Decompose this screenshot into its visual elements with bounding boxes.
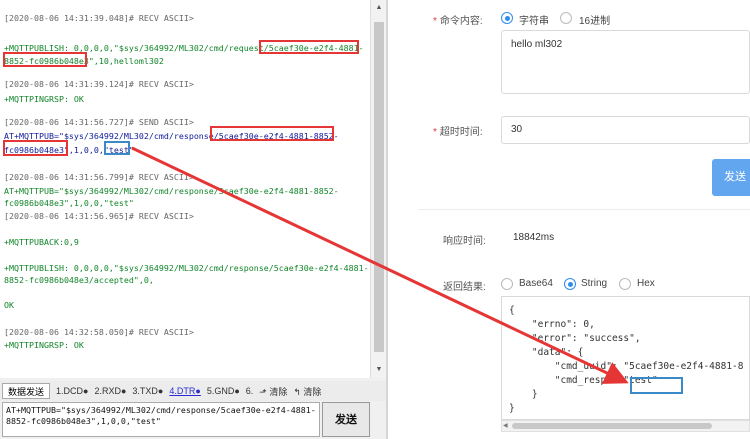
scroll-down-icon[interactable]: ▼: [371, 362, 387, 378]
terminal-line: [2020-08-06 14:31:39.124]# RECV ASCII>: [4, 79, 194, 89]
terminal-line: AT+MQTTPUB="$sys/364992/ML302/cmd/respon…: [4, 186, 339, 196]
command-form-panel: * 命令内容: 字符串 16进制 hello ml302 * 超时时间: 30 发送…: [388, 0, 750, 439]
clear-send-label: 清除: [269, 386, 288, 397]
pin-6[interactable]: 6.: [246, 386, 254, 396]
radio-result-string[interactable]: [564, 278, 576, 290]
send-input[interactable]: AT+MQTTPUB="$sys/364992/ML302/cmd/respon…: [2, 402, 320, 437]
terminal-line: [2020-08-06 14:31:39.048]# RECV ASCII>: [4, 13, 194, 23]
result-hscrollbar[interactable]: ◀: [501, 420, 750, 432]
clear-recv-label: 清除: [303, 386, 322, 397]
scroll-up-icon[interactable]: ▲: [371, 0, 387, 16]
pin-dcd[interactable]: 1.DCD●: [56, 386, 88, 396]
required-mark: *: [433, 127, 437, 138]
radio-base64[interactable]: [501, 278, 513, 290]
terminal-line: +MQTTPUBLISH: 0,0,0,0,"$sys/364992/ML302…: [4, 263, 369, 273]
clear-send-button[interactable]: ⬏ 清除: [259, 385, 287, 398]
response-time-label: 响应时间:: [443, 236, 486, 247]
command-label: * 命令内容:: [433, 16, 483, 27]
result-output[interactable]: { "errno": 0, "error": "success", "data"…: [501, 296, 750, 420]
terminal-line: [2020-08-06 14:32:58.050]# RECV ASCII>: [4, 327, 194, 337]
terminal-line: [2020-08-06 14:31:56.799]# RECV ASCII>: [4, 172, 194, 182]
serial-terminal-panel: [2020-08-06 14:31:39.048]# RECV ASCII> +M…: [0, 0, 386, 439]
response-time-value: 18842ms: [513, 232, 555, 243]
tab-data-send[interactable]: 数据发送: [2, 383, 51, 399]
radio-hex-label: 16进制: [579, 16, 611, 27]
radio-result-hex-label: Hex: [637, 278, 655, 289]
scroll-left-icon[interactable]: ◀: [503, 421, 508, 431]
terminal-line: +MQTTPUBACK:0,9: [4, 237, 79, 247]
uuid-highlight-4: [3, 140, 68, 156]
test-highlight: [104, 141, 130, 155]
radio-string-label: 字符串: [519, 16, 549, 27]
radio-result-hex[interactable]: [619, 278, 631, 290]
uuid-highlight-1: [259, 40, 359, 54]
hscroll-thumb[interactable]: [512, 423, 712, 429]
clear-icon: ↰: [293, 386, 301, 397]
radio-base64-label: Base64: [519, 278, 553, 289]
pin-txd[interactable]: 3.TXD●: [132, 386, 163, 396]
result-test-highlight: [630, 377, 683, 394]
uuid-highlight-3: [210, 126, 334, 141]
result-json: { "errno": 0, "error": "success", "data"…: [509, 305, 744, 414]
terminal-line: 8852-fc0986b048e3/accepted",0,: [4, 275, 154, 285]
radio-result-string-label: String: [581, 278, 608, 289]
radio-string[interactable]: [501, 12, 513, 24]
clear-icon: ⬏: [259, 386, 267, 397]
result-label: 返回结果:: [443, 282, 486, 293]
command-content-input[interactable]: hello ml302: [501, 30, 750, 94]
divider: [418, 209, 750, 210]
pin-rxd[interactable]: 2.RXD●: [94, 386, 126, 396]
timeout-input[interactable]: 30: [501, 116, 750, 144]
terminal-line: [2020-08-06 14:31:56.727]# SEND ASCII>: [4, 117, 194, 127]
serial-toolbar: 数据发送 1.DCD● 2.RXD● 3.TXD● 4.DTR● 5.GND● …: [0, 381, 386, 401]
timeout-label: * 超时时间:: [433, 127, 483, 138]
pin-dtr[interactable]: 4.DTR●: [169, 386, 200, 396]
terminal-line: fc0986b048e3",1,0,0,"test": [4, 198, 134, 208]
terminal-line: +MQTTPINGRSP: OK: [4, 94, 84, 104]
terminal-line: +MQTTPINGRSP: OK: [4, 340, 84, 350]
clear-recv-button[interactable]: ↰ 清除: [293, 385, 321, 398]
radio-hex[interactable]: [560, 12, 572, 24]
required-mark: *: [433, 16, 437, 27]
uuid-highlight-2: [3, 52, 87, 67]
pin-gnd[interactable]: 5.GND●: [207, 386, 240, 396]
terminal-scrollbar[interactable]: ▲ ▼: [370, 0, 386, 378]
submit-button[interactable]: 发送: [712, 159, 750, 196]
send-button[interactable]: 发送: [322, 402, 370, 437]
terminal-line: [2020-08-06 14:31:56.965]# RECV ASCII>: [4, 211, 194, 221]
scroll-thumb[interactable]: [374, 22, 384, 352]
terminal-line: OK: [4, 300, 14, 310]
